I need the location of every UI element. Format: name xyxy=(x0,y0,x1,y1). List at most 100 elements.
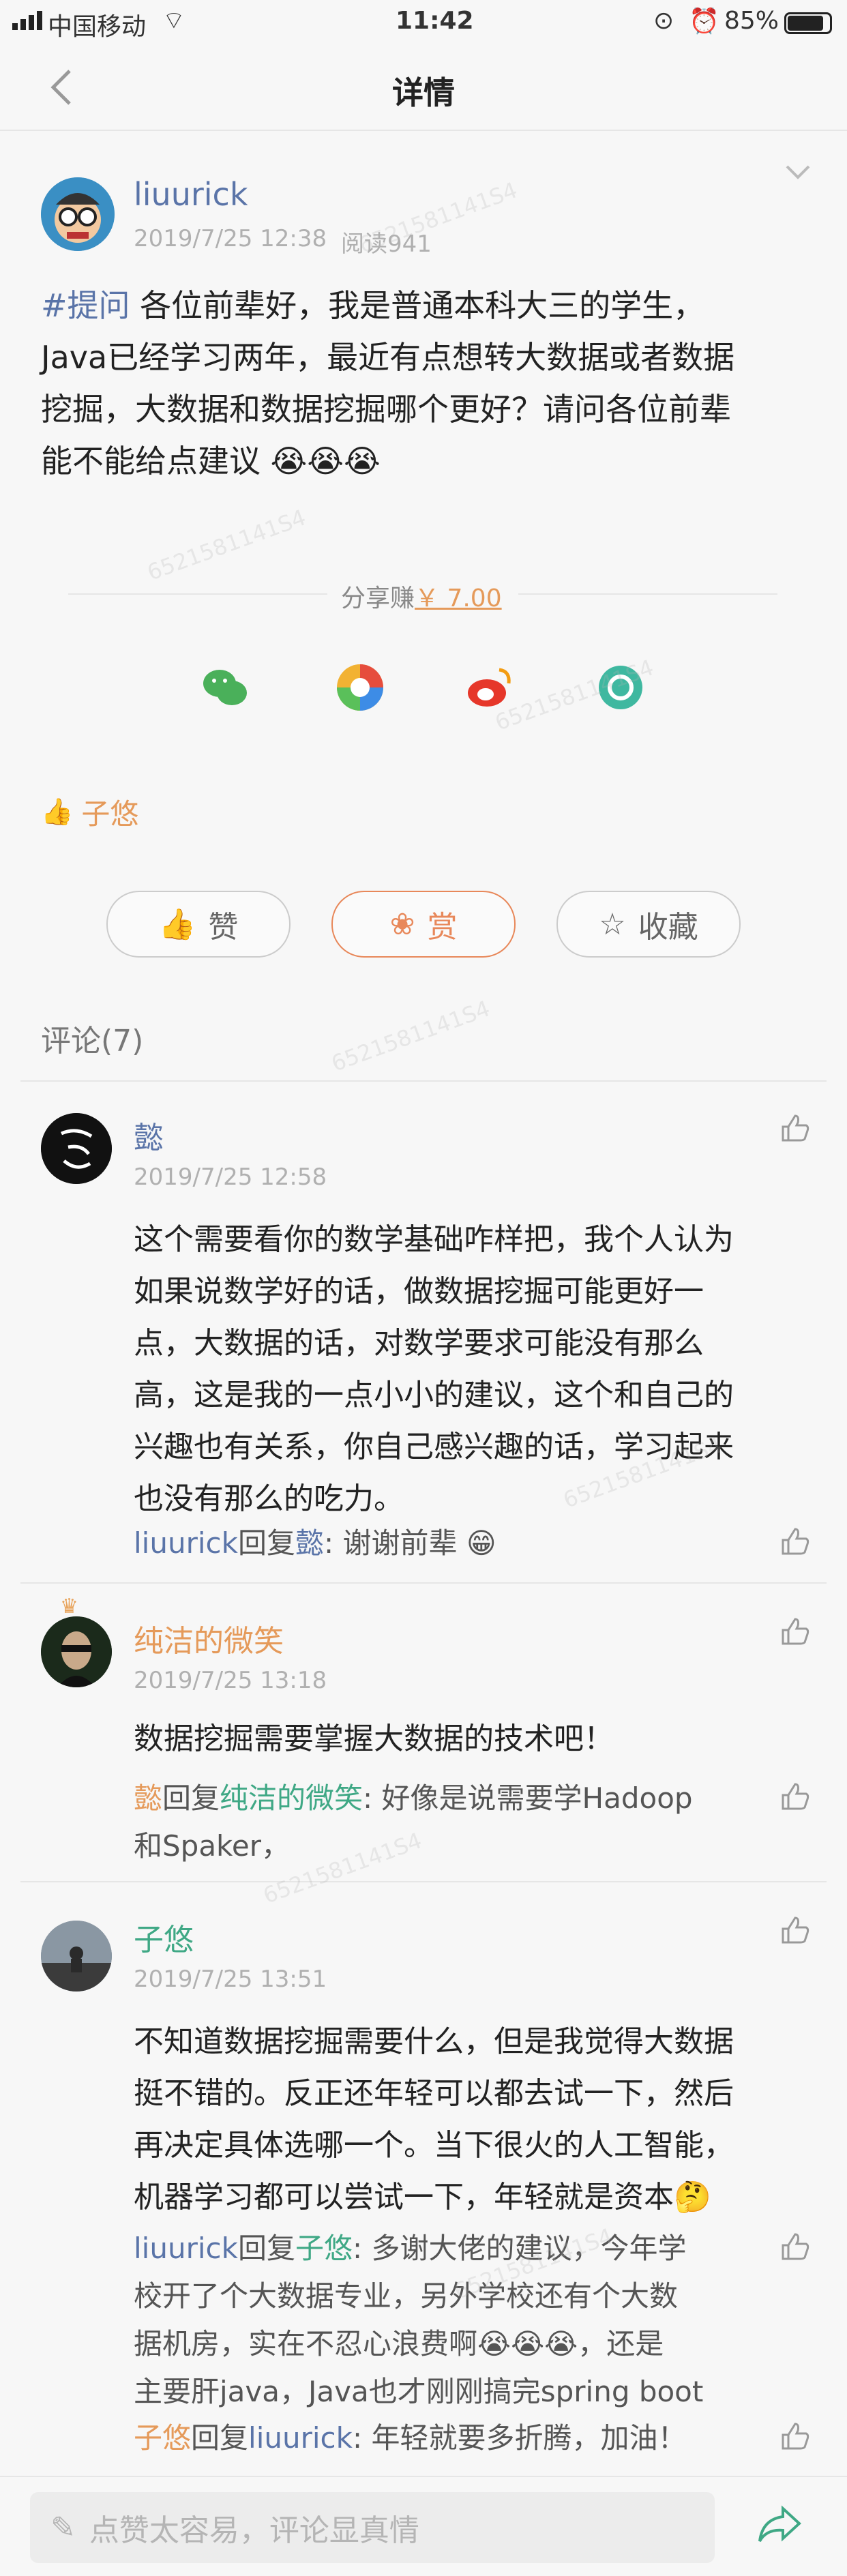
reply-text-continued: 和Spaker， xyxy=(134,1829,290,1863)
reply-to[interactable]: 懿 xyxy=(295,1526,324,1560)
reply-like-button[interactable] xyxy=(779,1525,812,1560)
reply-from[interactable]: 懿 xyxy=(134,1781,162,1815)
star-icon: ☆ xyxy=(599,906,626,942)
comment-date: 2019/7/25 12:58 xyxy=(134,1164,327,1191)
comment-author[interactable]: 懿 xyxy=(134,1113,164,1157)
moments-icon xyxy=(337,664,383,711)
watermark-text: 6521581141S4 xyxy=(143,504,310,586)
thumbs-up-icon: 👍 xyxy=(158,907,196,942)
comment-like-button[interactable] xyxy=(779,1914,812,1949)
reply-text: : 谢谢前辈 xyxy=(323,1526,458,1560)
weibo-icon xyxy=(468,668,511,707)
nav-bar: 详情 xyxy=(0,48,847,131)
reply-text: : 多谢大佬的建议，今年学 xyxy=(352,2232,687,2265)
reply-row[interactable]: liuurick回复懿: 谢谢前辈 😁 xyxy=(134,1520,496,1567)
reply-to[interactable]: liuurick xyxy=(248,2421,353,2455)
comments-divider xyxy=(20,1080,827,1082)
wechat-share-button[interactable] xyxy=(199,662,251,713)
comment-line: 兴趣也有关系，你自己感兴趣的话，学习起来 xyxy=(134,1430,734,1464)
comment-author[interactable]: 纯洁的微笑 xyxy=(134,1616,284,1660)
thumbs-up-outline-icon xyxy=(782,1114,809,1142)
like-button[interactable]: 👍 赞 xyxy=(106,891,291,958)
share-button[interactable] xyxy=(756,2504,810,2552)
reply-like-button[interactable] xyxy=(779,1780,812,1816)
reply-row[interactable]: liuurick回复子悠: 多谢大佬的建议，今年学 校开了个大数据专业，另外学校… xyxy=(134,2225,788,2416)
comment-line: 也没有那么的吃力。 xyxy=(134,1481,404,1516)
post-line-4: 能不能给点建议 😭😭😭 xyxy=(41,435,818,487)
avatar-landscape-icon xyxy=(41,1921,112,1992)
comment-avatar[interactable] xyxy=(41,1616,112,1687)
comment-date: 2019/7/25 13:51 xyxy=(134,1966,327,1993)
comment-body: 数据挖掘需要掌握大数据的技术吧！ xyxy=(134,1713,816,1765)
comment-body: 这个需要看你的数学基础咋样把，我个人认为 如果说数学好的话，做数据挖掘可能更好一… xyxy=(134,1214,816,1525)
comment-line: 如果说数学好的话，做数据挖掘可能更好一 xyxy=(134,1274,704,1309)
comment-line: 不知道数据挖掘需要什么，但是我觉得大数据 xyxy=(134,2024,734,2059)
comment-input[interactable]: ✎ 点赞太容易，评论显真情 xyxy=(30,2492,715,2563)
share-earn: 分享赚￥ 7.00 xyxy=(341,578,502,614)
crying-emoji-icon: 😭😭😭 xyxy=(477,2327,578,2360)
reward-label: 赏 xyxy=(427,910,458,945)
post-line-1: #提问 各位前辈好，我是普通本科大三的学生， xyxy=(41,280,818,331)
comment-line: 机器学习都可以尝试一下，年轻就是资本🤔 xyxy=(134,2172,816,2223)
reply-verb: 回复 xyxy=(237,1526,295,1560)
comment-date: 2019/7/25 13:18 xyxy=(134,1667,327,1694)
chevron-down-icon xyxy=(786,165,810,179)
reply-like-button[interactable] xyxy=(779,2230,812,2266)
comment-line: 这个需要看你的数学基础咋样把，我个人认为 xyxy=(134,1222,734,1257)
reply-to[interactable]: 纯洁的微笑 xyxy=(220,1781,363,1815)
reply-to[interactable]: 子悠 xyxy=(295,2232,353,2265)
comment-line: 数据挖掘需要掌握大数据的技术吧！ xyxy=(134,1721,614,1756)
comment-avatar[interactable] xyxy=(41,1921,112,1992)
comment-line: 点，大数据的话，对数学要求可能没有那么 xyxy=(134,1326,704,1361)
reply-verb: 回复 xyxy=(191,2421,249,2455)
weibo-share-button[interactable] xyxy=(464,662,516,713)
post-author-name[interactable]: liuurick xyxy=(134,176,248,213)
avatar-calligraphy-icon xyxy=(41,1113,112,1184)
crying-emoji-icon: 😭😭😭 xyxy=(261,443,381,479)
signal-icon xyxy=(12,11,42,30)
comment-avatar[interactable] xyxy=(41,1113,112,1184)
post-views: 阅读941 xyxy=(341,231,432,258)
reply-text: : 年轻就要多折腾，加油！ xyxy=(352,2421,687,2455)
comment-line: 挺不错的。反正还年轻可以都去试一下，然后 xyxy=(134,2076,734,2111)
like-label: 赞 xyxy=(208,910,239,945)
carrier-label: 中国移动 xyxy=(48,13,147,41)
thumbs-up-outline-icon xyxy=(782,2233,809,2260)
bottom-bar: ✎ 点赞太容易，评论显真情 xyxy=(0,2476,847,2576)
share-label: 分享赚 xyxy=(341,584,415,612)
battery-icon xyxy=(784,12,832,34)
post-menu-button[interactable] xyxy=(784,164,825,198)
thumbs-up-outline-icon xyxy=(782,1528,809,1555)
post-text-4: 能不能给点建议 xyxy=(41,443,261,479)
liker-name[interactable]: 子悠 xyxy=(81,791,138,833)
post-tag[interactable]: #提问 xyxy=(41,287,130,324)
reply-like-button[interactable] xyxy=(779,2420,812,2455)
reply-text: : 好像是说需要学Hadoop xyxy=(363,1781,693,1815)
collect-button[interactable]: ☆ 收藏 xyxy=(556,891,741,958)
comment-author[interactable]: 子悠 xyxy=(134,1915,194,1959)
reply-from[interactable]: liuurick xyxy=(134,1526,238,1560)
thumbs-up-outline-icon xyxy=(782,1618,809,1645)
comment-line: 高，这是我的一点小小的建议，这个和自己的 xyxy=(134,1378,734,1412)
comments-count: 评论(7) xyxy=(41,1024,144,1058)
battery-percent: 85% xyxy=(724,7,779,35)
comment-like-button[interactable] xyxy=(779,1112,812,1147)
moments-circle-icon xyxy=(599,666,642,709)
reply-row[interactable]: 懿回复纯洁的微笑: 好像是说需要学Hadoop 和Spaker， xyxy=(134,1775,788,1870)
reward-button[interactable]: ❀ 赏 xyxy=(331,891,516,958)
liked-thumb-icon: 👍 xyxy=(41,797,74,827)
post-author-avatar[interactable] xyxy=(41,177,115,251)
moments-share-button[interactable] xyxy=(334,662,386,713)
reply-verb: 回复 xyxy=(162,1781,220,1815)
comment-divider xyxy=(20,1881,827,1882)
share-amount[interactable]: ￥ 7.00 xyxy=(415,584,502,612)
post-date: 2019/7/25 12:38 xyxy=(134,225,327,252)
reply-row[interactable]: 子悠回复liuurick: 年轻就要多折腾，加油！ xyxy=(134,2414,686,2462)
thumbs-up-outline-icon xyxy=(782,1783,809,1810)
reply-from[interactable]: 子悠 xyxy=(134,2421,191,2455)
comment-like-button[interactable] xyxy=(779,1615,812,1650)
reply-verb: 回复 xyxy=(237,2232,295,2265)
reply-from[interactable]: liuurick xyxy=(134,2232,238,2265)
qq-zone-share-button[interactable] xyxy=(595,662,647,713)
page-title: 详情 xyxy=(392,74,455,111)
